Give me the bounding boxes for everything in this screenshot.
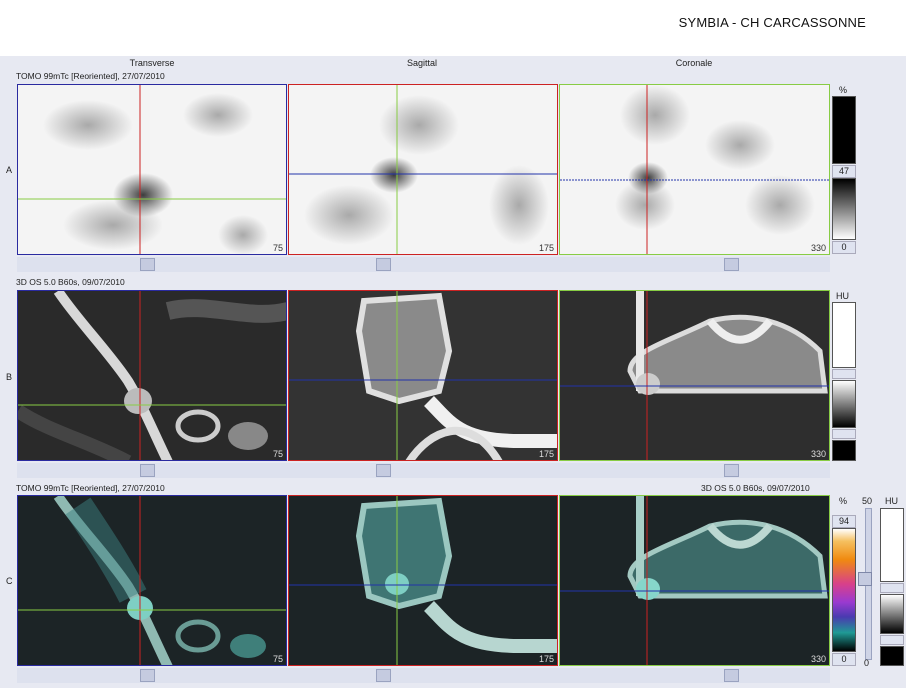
colorbar-b-upper <box>832 302 856 368</box>
site-name: SYMBIA - CH CARCASSONNE <box>678 15 866 30</box>
fusion-sagittal-image <box>289 496 557 665</box>
viewport-a-sagittal[interactable]: 175 <box>288 84 558 255</box>
slice-number: 330 <box>810 654 826 664</box>
slice-number: 75 <box>272 449 283 459</box>
column-header-coronale: Coronale <box>675 58 713 68</box>
colorbar-c-fusion-scale <box>832 528 856 652</box>
ct-transverse-image <box>18 291 286 460</box>
slice-number: 330 <box>810 243 826 253</box>
colorbar-b-floor <box>832 440 856 461</box>
slice-number: 175 <box>538 243 554 253</box>
row-b-series-label: 3D OS 5.0 B60s, 09/07/2010 <box>16 277 125 287</box>
colorbar-b-unit: HU <box>836 291 849 301</box>
viewport-a-coronale[interactable]: 330 <box>559 84 830 255</box>
ct-sagittal-image <box>289 291 557 460</box>
row-a-label: A <box>6 165 13 175</box>
colorbar-c-level[interactable]: 94 <box>832 515 856 528</box>
colorbar-a-min: 0 <box>832 241 856 254</box>
row-b-label: B <box>6 372 13 382</box>
ct-coronal-image <box>560 291 829 460</box>
colorbar-c-ct-floor <box>880 646 904 666</box>
slice-number: 175 <box>538 449 554 459</box>
slice-slider-a-transverse[interactable] <box>140 258 155 271</box>
row-a-series-label: TOMO 99mTc [Reoriented], 27/07/2010 <box>16 71 165 81</box>
colorbar-b-lower <box>832 380 856 428</box>
colorbar-a-upper <box>832 96 856 164</box>
colorbar-a-unit: % <box>839 85 848 95</box>
viewport-c-transverse[interactable]: 75 <box>17 495 287 666</box>
viewport-a-transverse[interactable]: 75 <box>17 84 287 255</box>
slice-slider-c-sagittal[interactable] <box>376 669 391 682</box>
viewport-b-coronale[interactable]: 330 <box>559 290 830 461</box>
slice-number: 75 <box>272 654 283 664</box>
slice-number: 175 <box>538 654 554 664</box>
row-c-series-label-left: TOMO 99mTc [Reoriented], 27/07/2010 <box>16 483 165 493</box>
slice-slider-b-sagittal[interactable] <box>376 464 391 477</box>
colorbar-c-unit: % <box>839 496 848 506</box>
viewport-c-coronale[interactable]: 330 <box>559 495 830 666</box>
blend-min: 0 <box>864 658 870 668</box>
fusion-coronal-image <box>560 496 829 665</box>
colorbar-a-level[interactable]: 47 <box>832 165 856 178</box>
row-c-series-label-right: 3D OS 5.0 B60s, 09/07/2010 <box>701 483 810 493</box>
colorbar-b-window-bottom[interactable] <box>832 429 856 439</box>
blend-slider-thumb[interactable] <box>858 572 872 586</box>
slice-slider-a-sagittal[interactable] <box>376 258 391 271</box>
row-b-scroll-strip <box>17 463 830 478</box>
colorbar-a-lower <box>832 178 856 240</box>
slice-slider-b-coronale[interactable] <box>724 464 739 477</box>
colorbar-c-min: 0 <box>832 653 856 666</box>
colorbar-c-ct-lower <box>880 594 904 634</box>
column-header-transverse: Transverse <box>129 58 175 68</box>
colorbar-c-ct-window-top[interactable] <box>880 583 904 593</box>
slice-number: 75 <box>272 243 283 253</box>
slice-number: 330 <box>810 449 826 459</box>
blend-value: 50 <box>862 496 873 506</box>
nm-coronal-image <box>560 85 829 254</box>
row-c-scroll-strip <box>17 668 830 683</box>
slice-slider-c-transverse[interactable] <box>140 669 155 682</box>
row-c-label: C <box>6 576 13 586</box>
fusion-transverse-image <box>18 496 286 665</box>
slice-slider-c-coronale[interactable] <box>724 669 739 682</box>
slice-slider-a-coronale[interactable] <box>724 258 739 271</box>
nm-transverse-image <box>18 85 286 254</box>
slice-slider-b-transverse[interactable] <box>140 464 155 477</box>
viewport-c-sagittal[interactable]: 175 <box>288 495 558 666</box>
colorbar-c-ct-upper <box>880 508 904 582</box>
nm-sagittal-image <box>289 85 557 254</box>
colorbar-c-ct-window-bottom[interactable] <box>880 635 904 645</box>
column-header-sagittal: Sagittal <box>406 58 438 68</box>
colorbar-c-ct-unit: HU <box>885 496 898 506</box>
row-a-scroll-strip <box>17 257 830 272</box>
colorbar-b-window-top[interactable] <box>832 369 856 379</box>
viewport-b-transverse[interactable]: 75 <box>17 290 287 461</box>
viewport-b-sagittal[interactable]: 175 <box>288 290 558 461</box>
